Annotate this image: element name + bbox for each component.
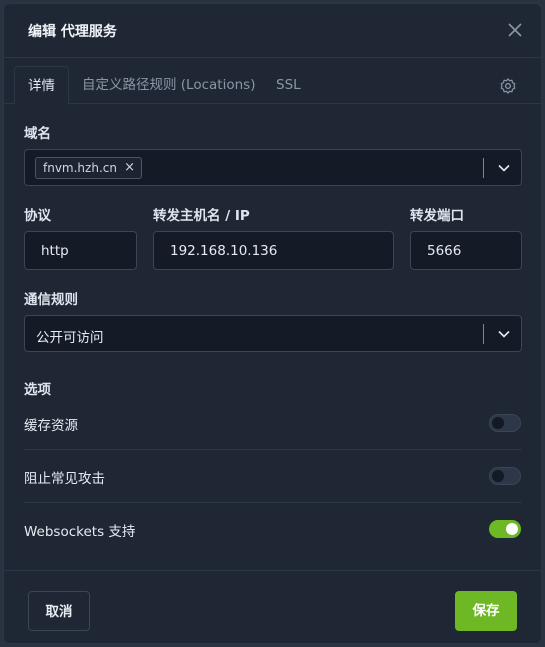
dialog-title: 编辑 代理服务 — [28, 24, 117, 40]
access-rule-label: 通信规则 — [24, 292, 78, 308]
access-rule-value: 公开可访问 — [36, 330, 104, 346]
tab-custom-locations[interactable]: 自定义路径规则 (Locations) — [82, 66, 255, 104]
cancel-button[interactable]: 取消 — [28, 591, 90, 631]
block-exploits-toggle[interactable] — [489, 467, 521, 485]
chevron-down-icon[interactable] — [497, 161, 511, 175]
domain-input[interactable]: fnvm.hzh.cn × — [24, 149, 522, 186]
toggle-knob — [492, 417, 504, 429]
select-separator — [483, 158, 484, 178]
dialog-footer: 取消 保存 — [4, 570, 541, 643]
forward-port-value: 5666 — [427, 243, 462, 259]
option-cache-label: 缓存资源 — [24, 418, 78, 434]
chevron-down-icon[interactable] — [497, 327, 511, 341]
divider — [24, 502, 522, 503]
forward-host-label: 转发主机名 / IP — [153, 208, 250, 224]
cache-assets-toggle[interactable] — [489, 414, 521, 432]
tab-ssl[interactable]: SSL — [276, 66, 301, 104]
dialog-header: 编辑 代理服务 — [4, 4, 541, 58]
option-block-exploits-label: 阻止常见攻击 — [24, 471, 105, 487]
toggle-knob — [506, 523, 518, 535]
protocol-select[interactable]: http — [24, 231, 137, 270]
tab-bar: 详情 自定义路径规则 (Locations) SSL — [4, 66, 541, 105]
forward-host-value: 192.168.10.136 — [170, 243, 278, 259]
divider — [24, 449, 522, 450]
forward-port-label: 转发端口 — [410, 208, 464, 224]
edit-proxy-dialog: 编辑 代理服务 详情 自定义路径规则 (Locations) SSL 域名 fn… — [3, 3, 542, 644]
websockets-toggle[interactable] — [489, 520, 521, 538]
domain-chip-text: fnvm.hzh.cn — [43, 161, 117, 175]
gear-icon[interactable] — [499, 77, 517, 95]
access-rule-select[interactable]: 公开可访问 — [24, 315, 522, 352]
toggle-knob — [492, 470, 504, 482]
save-button[interactable]: 保存 — [455, 591, 517, 631]
option-websockets-label: Websockets 支持 — [24, 524, 136, 540]
options-label: 选项 — [24, 382, 51, 398]
forward-port-input[interactable]: 5666 — [410, 231, 522, 270]
domain-label: 域名 — [24, 126, 51, 142]
protocol-value: http — [41, 243, 69, 259]
select-separator — [483, 324, 484, 344]
close-icon[interactable] — [507, 22, 523, 38]
chip-remove-icon[interactable]: × — [124, 158, 135, 178]
domain-chip: fnvm.hzh.cn × — [35, 157, 142, 179]
tab-details[interactable]: 详情 — [14, 66, 69, 105]
forward-host-input[interactable]: 192.168.10.136 — [153, 231, 394, 270]
protocol-label: 协议 — [24, 208, 51, 224]
